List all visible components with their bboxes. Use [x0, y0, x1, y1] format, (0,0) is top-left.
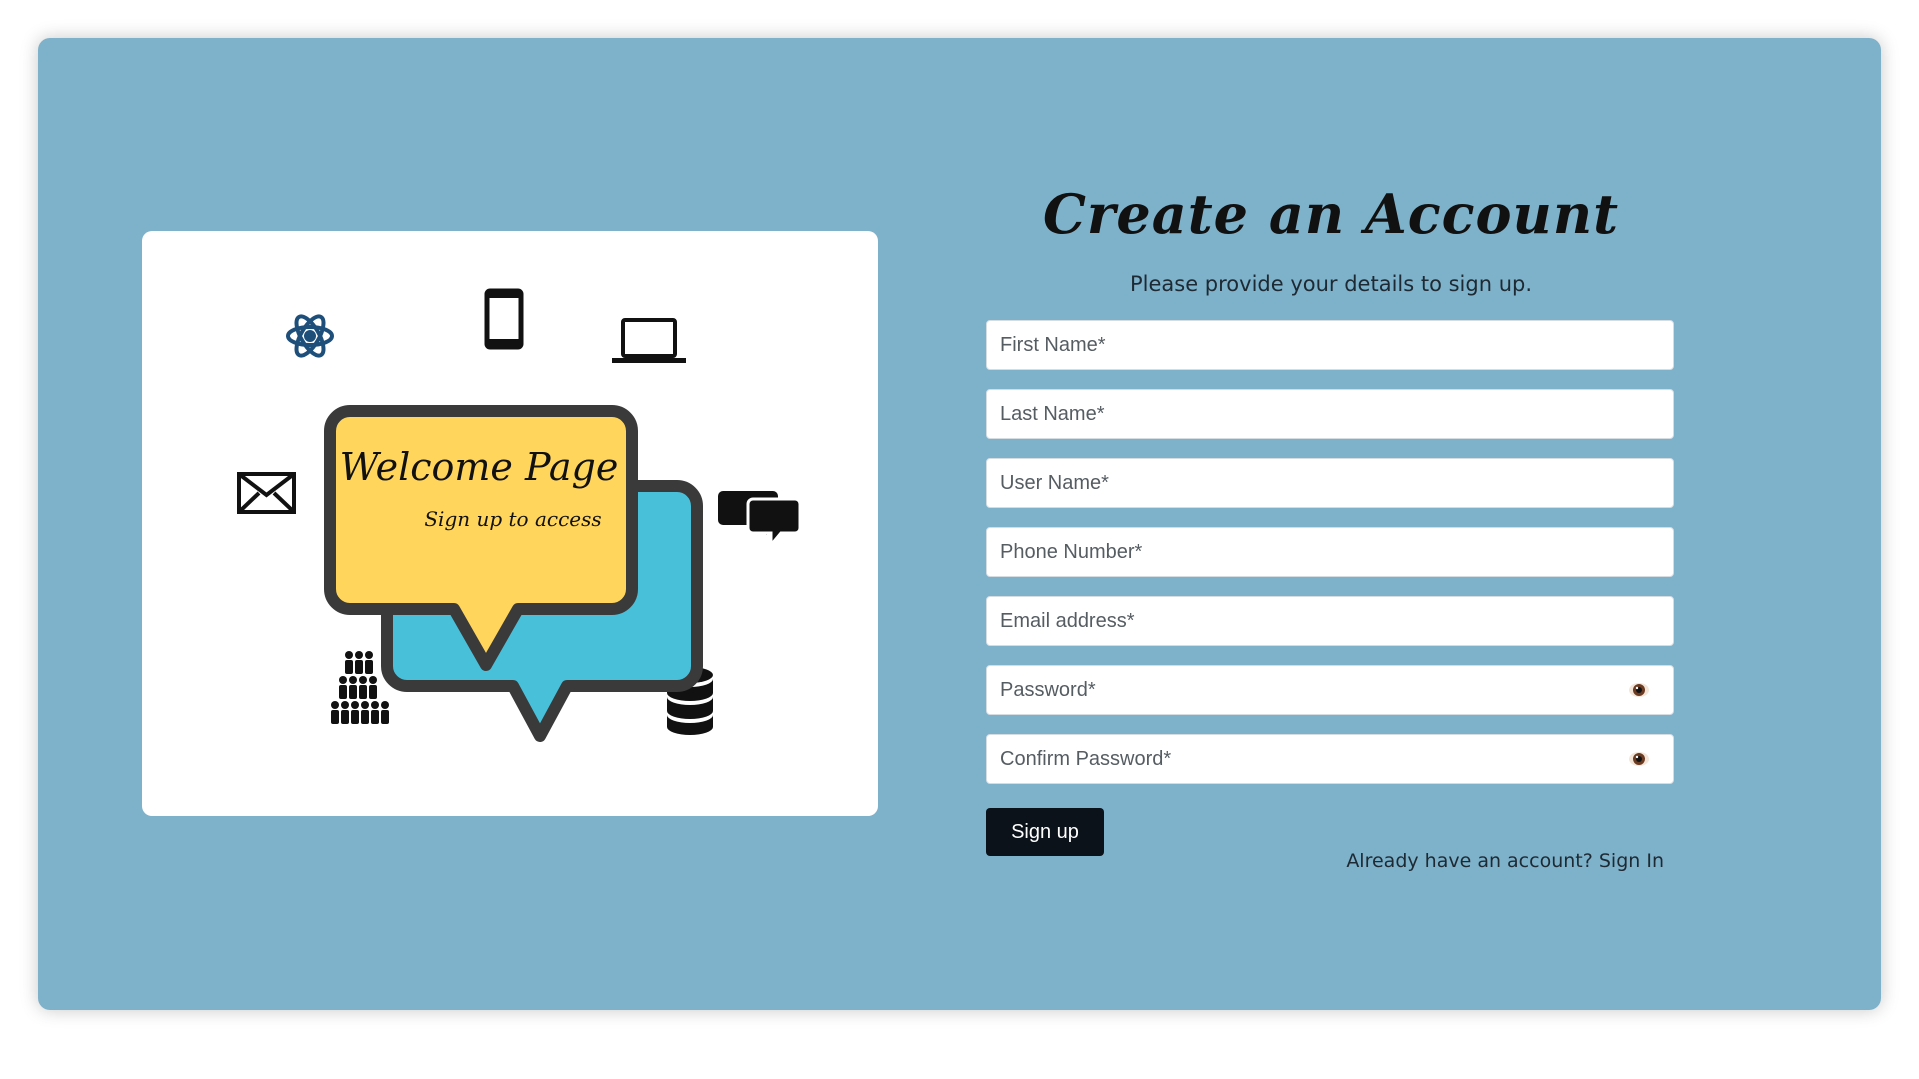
people-group-icon	[331, 651, 389, 724]
show-confirm-password-eye-icon[interactable]	[1628, 750, 1650, 768]
illustration-heading: Welcome Page	[340, 445, 619, 489]
smartphone-icon	[484, 288, 524, 350]
form-actions: Sign up Already have an account? Sign In	[986, 808, 1676, 878]
user-name-field-wrapper	[986, 458, 1674, 508]
phone-number-input[interactable]	[986, 527, 1674, 577]
page-subtitle: Please provide your details to sign up.	[1129, 272, 1533, 296]
illustration-subheading: Sign up to access	[424, 507, 601, 531]
chat-bubbles-icon	[718, 491, 802, 550]
phone-field-wrapper	[986, 527, 1674, 577]
password-input[interactable]	[986, 665, 1674, 715]
email-field-wrapper	[986, 596, 1674, 646]
welcome-illustration: Welcome Page Sign up to access	[237, 288, 802, 742]
sign-in-link[interactable]: Already have an account? Sign In	[1346, 850, 1664, 872]
confirm-password-input[interactable]	[986, 734, 1674, 784]
atom-icon	[286, 314, 334, 358]
first-name-field-wrapper	[986, 320, 1674, 370]
email-input[interactable]	[986, 596, 1674, 646]
first-name-input[interactable]	[986, 320, 1674, 370]
page-title: Create an Account	[1042, 182, 1620, 246]
laptop-icon	[612, 318, 686, 363]
user-name-input[interactable]	[986, 458, 1674, 508]
signup-panel: Welcome Page Sign up to access Create an…	[38, 38, 1881, 1010]
show-password-eye-icon[interactable]	[1628, 681, 1650, 699]
envelope-icon	[237, 472, 296, 514]
confirm-password-field-wrapper	[986, 734, 1674, 784]
last-name-field-wrapper	[986, 389, 1674, 439]
welcome-illustration-card: Welcome Page Sign up to access	[142, 231, 878, 816]
last-name-input[interactable]	[986, 389, 1674, 439]
signup-form: Create an Account Please provide your de…	[986, 178, 1676, 878]
password-field-wrapper	[986, 665, 1674, 715]
sign-up-button[interactable]: Sign up	[986, 808, 1104, 856]
